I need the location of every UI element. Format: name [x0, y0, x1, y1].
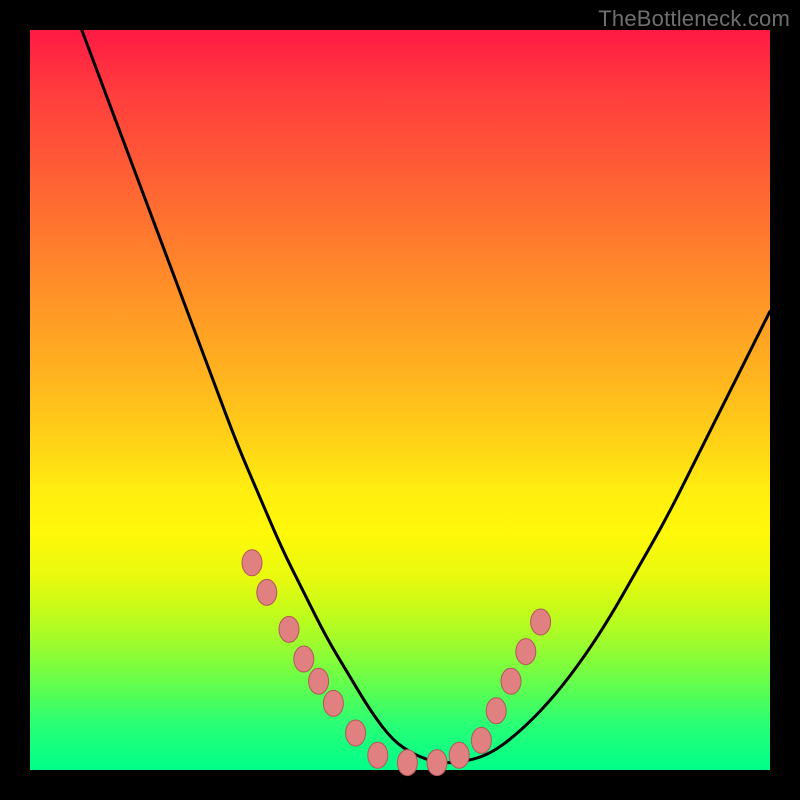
curve-marker [257, 579, 277, 605]
curve-marker [323, 690, 343, 716]
curve-marker [486, 698, 506, 724]
curve-marker [501, 668, 521, 694]
curve-marker [531, 609, 551, 635]
curve-marker [294, 646, 314, 672]
chart-svg [30, 30, 770, 770]
bottleneck-curve [82, 30, 770, 763]
curve-marker [427, 750, 447, 776]
curve-marker [397, 750, 417, 776]
curve-marker [449, 742, 469, 768]
curve-marker [242, 550, 262, 576]
watermark-text: TheBottleneck.com [598, 6, 790, 32]
curve-marker [346, 720, 366, 746]
curve-marker [368, 742, 388, 768]
curve-marker [309, 668, 329, 694]
curve-marker [471, 727, 491, 753]
curve-line [82, 30, 770, 763]
curve-marker [516, 639, 536, 665]
curve-marker [279, 616, 299, 642]
chart-frame: TheBottleneck.com [0, 0, 800, 800]
